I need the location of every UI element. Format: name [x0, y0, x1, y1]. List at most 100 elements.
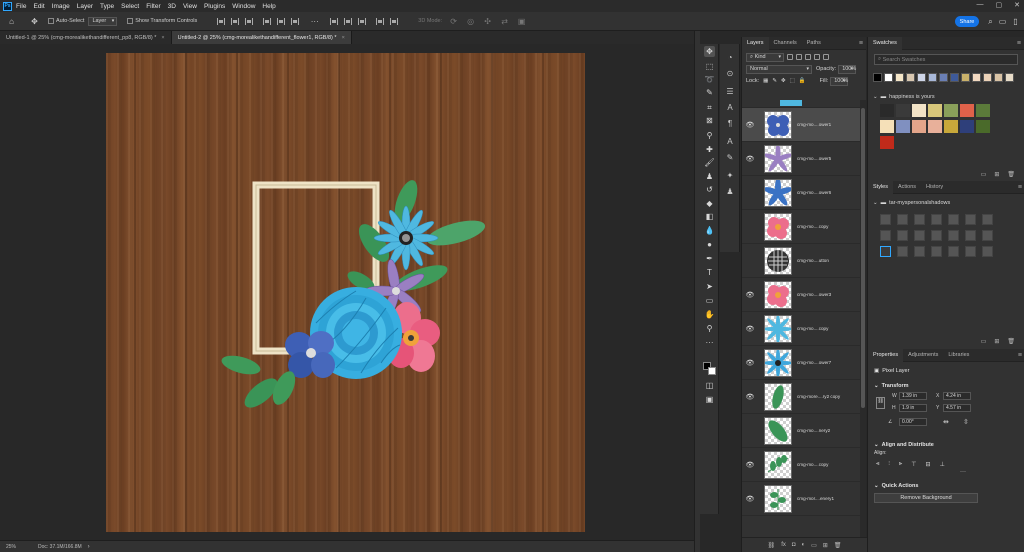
flip-vertical-icon[interactable]: ⇳: [963, 418, 969, 426]
brush-tool-icon[interactable]: 🖌: [704, 157, 715, 168]
layer-row[interactable]: 👁 cmg-mo....ower3: [742, 278, 860, 312]
zoom-level[interactable]: 25%: [6, 544, 16, 550]
align-vcenter-icon[interactable]: ⊟: [926, 461, 931, 468]
lasso-tool-icon[interactable]: ➰: [704, 74, 715, 85]
eye-icon[interactable]: 👁: [745, 155, 755, 163]
more-align-icon[interactable]: ···: [868, 469, 1024, 477]
layer-row[interactable]: cmg-mo....nery2: [742, 414, 860, 448]
swatch[interactable]: [880, 120, 894, 133]
filter-shape-icon[interactable]: [814, 54, 820, 60]
style-preset-tile[interactable]: [982, 214, 993, 225]
paragraph-icon[interactable]: ¶: [725, 118, 735, 128]
glyphs-icon[interactable]: Ａ: [725, 136, 735, 146]
dodge-tool-icon[interactable]: ●: [704, 239, 715, 250]
move-tool-icon[interactable]: ✥: [704, 46, 715, 57]
delete-layer-icon[interactable]: 🗑: [834, 542, 842, 549]
menu-3d[interactable]: 3D: [168, 3, 176, 10]
minimize-icon[interactable]: —: [977, 1, 984, 9]
delete-swatch-icon[interactable]: 🗑: [1007, 171, 1015, 178]
menu-filter[interactable]: Filter: [146, 3, 160, 10]
menu-edit[interactable]: Edit: [33, 3, 44, 10]
3d-drag-icon[interactable]: ✣: [482, 16, 493, 27]
swatch[interactable]: [912, 104, 926, 117]
libraries-icon[interactable]: ☰: [725, 86, 735, 96]
layer-row[interactable]: cmg-mo....utton: [742, 244, 860, 278]
menu-view[interactable]: View: [183, 3, 197, 10]
remove-background-button[interactable]: Remove Background: [874, 493, 978, 503]
close-tab-icon[interactable]: ×: [342, 35, 345, 41]
layer-style-icon[interactable]: fx: [781, 542, 786, 548]
distribute-center-icon[interactable]: [344, 17, 353, 25]
frame-tool-icon[interactable]: ⊠: [704, 115, 715, 126]
panel-menu-icon[interactable]: ≡: [1018, 352, 1022, 359]
type-tool-icon[interactable]: T: [704, 267, 715, 278]
styles-folder[interactable]: ⌄ ▬ tar-myspersonalshadows: [868, 198, 1024, 208]
layer-row[interactable]: 👁 cmg-mo....ower1: [742, 108, 860, 142]
filter-type-icon[interactable]: [805, 54, 811, 60]
flip-horizontal-icon[interactable]: ⇹: [943, 418, 949, 426]
swatch[interactable]: [928, 73, 937, 82]
style-preset-tile[interactable]: [897, 246, 908, 257]
link-layers-icon[interactable]: ⛓: [768, 542, 776, 549]
align-right-icon[interactable]: [245, 17, 254, 25]
link-proportions-icon[interactable]: ⛓: [876, 397, 885, 409]
swatch[interactable]: [884, 73, 893, 82]
style-preset-tile[interactable]: [914, 230, 925, 241]
style-preset-tile[interactable]: [982, 246, 993, 257]
swatch[interactable]: [944, 104, 958, 117]
history-brush-tool-icon[interactable]: ↺: [704, 184, 715, 195]
align-left-icon[interactable]: ⫷: [876, 461, 879, 468]
hand-tool-icon[interactable]: ✋: [704, 309, 715, 320]
zoom-tool-icon[interactable]: ⚲: [704, 323, 715, 334]
swatch[interactable]: [960, 120, 974, 133]
screen-mode-icon[interactable]: ▣: [704, 394, 715, 405]
search-icon[interactable]: ⌕: [985, 16, 996, 27]
swatch[interactable]: [895, 73, 904, 82]
align-center-icon[interactable]: [231, 17, 240, 25]
background-color-swatch[interactable]: [708, 367, 716, 375]
3d-rotate-icon[interactable]: ⟳: [448, 16, 459, 27]
add-mask-icon[interactable]: ◘: [792, 542, 796, 548]
layer-row[interactable]: cmg-mo....copy: [742, 210, 860, 244]
shape-tool-icon[interactable]: ▭: [704, 295, 715, 306]
layer-row[interactable]: 👁 cmg-mor....enery1: [742, 482, 860, 516]
tab-libraries[interactable]: Libraries: [943, 349, 974, 362]
layer-row[interactable]: 👁 cmg-mo....ower7: [742, 346, 860, 380]
swatch[interactable]: [896, 104, 910, 117]
filter-adjustment-icon[interactable]: [796, 54, 802, 60]
panel-menu-icon[interactable]: ≡: [1018, 184, 1022, 191]
style-preset-tile[interactable]: [914, 246, 925, 257]
more-tools-icon[interactable]: ···: [704, 337, 715, 348]
style-preset-tile[interactable]: [914, 214, 925, 225]
tab-properties[interactable]: Properties: [868, 348, 904, 362]
fill-field[interactable]: 100%: [830, 76, 848, 86]
tab-actions[interactable]: Actions: [893, 181, 921, 194]
adjustments-icon[interactable]: ⊙: [725, 68, 735, 78]
quick-mask-icon[interactable]: ◫: [704, 380, 715, 391]
menu-plugins[interactable]: Plugins: [204, 3, 225, 10]
align-left-icon[interactable]: [217, 17, 226, 25]
style-preset-tile[interactable]: [965, 230, 976, 241]
healing-tool-icon[interactable]: ✚: [704, 144, 715, 155]
align-bottom-icon[interactable]: ⊥: [940, 461, 945, 468]
menu-layer[interactable]: Layer: [77, 3, 93, 10]
align-bottom-icon[interactable]: [291, 17, 300, 25]
blend-mode-dropdown[interactable]: Normal: [746, 64, 812, 74]
align-section[interactable]: ⌄ Align and Distribute: [868, 439, 1024, 450]
new-group-icon[interactable]: ▭: [981, 171, 987, 178]
style-preset-tile[interactable]: [965, 246, 976, 257]
swatch[interactable]: [906, 73, 915, 82]
workspace-icon[interactable]: ▭: [997, 16, 1008, 27]
eye-icon[interactable]: 👁: [745, 495, 755, 503]
eye-icon[interactable]: 👁: [745, 121, 755, 129]
swatch[interactable]: [983, 73, 992, 82]
layout-icon[interactable]: ▯: [1010, 16, 1021, 27]
clone-stamp-tool-icon[interactable]: ♟: [704, 171, 715, 182]
more-options-icon[interactable]: ···: [309, 16, 320, 27]
swatch[interactable]: [994, 73, 1003, 82]
quick-actions-section[interactable]: ⌄ Quick Actions: [868, 480, 1024, 491]
swatch[interactable]: [873, 73, 882, 82]
layers-scrollbar[interactable]: [860, 100, 866, 537]
3d-slide-icon[interactable]: ⇄: [499, 16, 510, 27]
adjustment-layer-icon[interactable]: ◐: [801, 542, 805, 548]
